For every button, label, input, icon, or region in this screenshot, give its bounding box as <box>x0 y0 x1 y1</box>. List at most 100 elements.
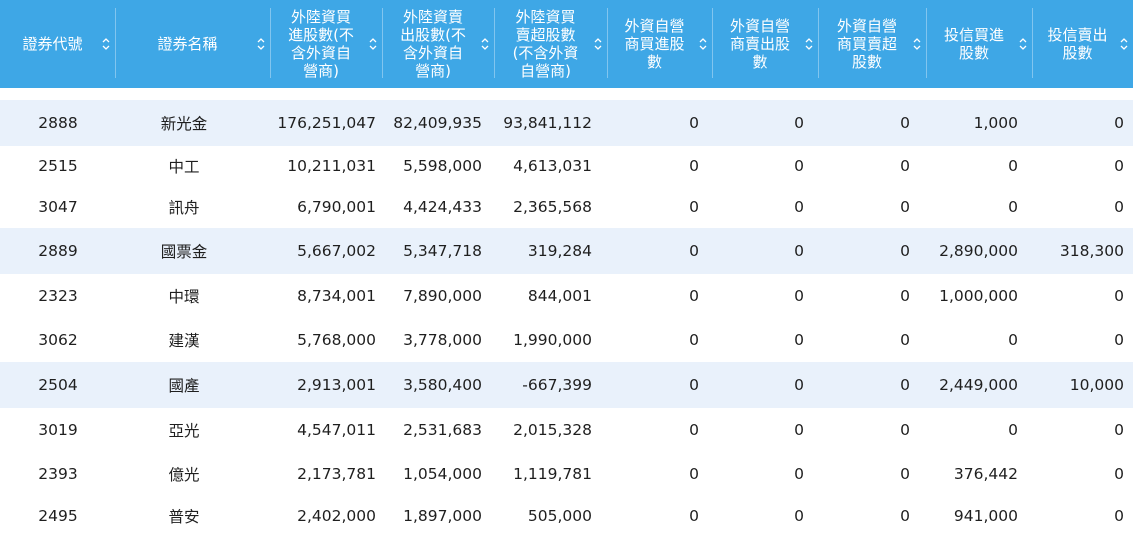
table-row[interactable]: 2393 億光 2,173,781 1,054,000 1,119,781 0 0 0 376,… <box>0 452 1133 496</box>
cell-name[interactable]: 新光金 <box>124 100 244 146</box>
cell-code[interactable]: 2515 <box>0 146 118 186</box>
sort-icon[interactable] <box>1120 36 1128 52</box>
cell-foreign-sell: 1,054,000 <box>403 465 482 483</box>
cell-code[interactable]: 3047 <box>0 186 118 228</box>
cell-code[interactable]: 3062 <box>0 318 118 362</box>
cell-code[interactable]: 2393 <box>0 452 118 496</box>
cell-foreign-buy: 2,402,000 <box>297 507 376 525</box>
cell-foreign-net: 4,613,031 <box>513 157 592 175</box>
cell-foreign-net: 505,000 <box>527 507 592 525</box>
cell-trust-sell: 0 <box>1114 331 1124 349</box>
cell-foreign-buy: 2,173,781 <box>297 465 376 483</box>
cell-dealer-buy: 0 <box>689 465 699 483</box>
cell-dealer-buy: 0 <box>689 421 699 439</box>
column-header-label: 外陸資買 進股數(不 含外資自 營商) <box>288 8 354 80</box>
column-header-label: 證券名稱 <box>157 35 218 53</box>
cell-trust-sell: 0 <box>1114 421 1124 439</box>
table-row[interactable]: 2889 國票金 5,667,002 5,347,718 319,284 0 0 0 2,890… <box>0 228 1133 274</box>
cell-dealer-buy: 0 <box>689 331 699 349</box>
column-header-label: 投信賣出 股數 <box>1047 26 1108 62</box>
cell-foreign-net: 844,001 <box>527 287 592 305</box>
table-row[interactable]: 2504 國產 2,913,001 3,580,400 -667,399 0 0 0 2,449… <box>0 362 1133 408</box>
cell-name[interactable]: 亞光 <box>124 408 244 452</box>
table-row[interactable]: 3047 訊舟 6,790,001 4,424,433 2,365,568 0 0 0 0 0 <box>0 186 1133 228</box>
cell-trust-buy: 0 <box>1008 198 1018 216</box>
column-header-trust-sell[interactable]: 投信賣出 股數 <box>1032 0 1133 88</box>
cell-name[interactable]: 中工 <box>124 146 244 186</box>
cell-trust-buy: 0 <box>1008 331 1018 349</box>
cell-dealer-net: 0 <box>900 198 910 216</box>
cell-name[interactable]: 建漢 <box>124 318 244 362</box>
cell-trust-buy: 376,442 <box>953 465 1018 483</box>
cell-name[interactable]: 普安 <box>124 496 244 536</box>
sort-icon[interactable] <box>102 36 110 52</box>
column-header-trust-buy[interactable]: 投信買進 股數 <box>926 0 1032 88</box>
cell-foreign-sell: 82,409,935 <box>393 114 482 132</box>
cell-code[interactable]: 2504 <box>0 362 118 408</box>
column-divider <box>494 8 495 78</box>
sort-icon[interactable] <box>369 36 377 52</box>
column-divider <box>115 8 116 78</box>
sort-icon[interactable] <box>481 36 489 52</box>
cell-dealer-net: 0 <box>900 421 910 439</box>
column-divider <box>607 8 608 78</box>
cell-trust-buy: 0 <box>1008 157 1018 175</box>
column-header-dealer-sell[interactable]: 外資自營 商賣出股 數 <box>712 0 818 88</box>
table-row[interactable]: 2495 普安 2,402,000 1,897,000 505,000 0 0 0 941,00… <box>0 496 1133 536</box>
column-divider <box>712 8 713 78</box>
sort-icon[interactable] <box>699 36 707 52</box>
cell-dealer-buy: 0 <box>689 376 699 394</box>
cell-dealer-buy: 0 <box>689 507 699 525</box>
column-divider <box>926 8 927 78</box>
cell-code[interactable]: 3019 <box>0 408 118 452</box>
table-row[interactable]: 2888 新光金 176,251,047 82,409,935 93,841,112 0 0… <box>0 100 1133 146</box>
cell-name[interactable]: 訊舟 <box>124 186 244 228</box>
sort-icon[interactable] <box>1019 36 1027 52</box>
cell-foreign-sell: 2,531,683 <box>403 421 482 439</box>
cell-code[interactable]: 2888 <box>0 100 118 146</box>
table-header: 證券代號 證券名稱 外陸資買 進股數(不 含外資自 營商) 外陸資賣 出股數(不 含外… <box>0 0 1133 88</box>
table-row[interactable]: 3062 建漢 5,768,000 3,778,000 1,990,000 0 0 0 0 0 <box>0 318 1133 362</box>
sort-icon[interactable] <box>257 36 265 52</box>
cell-trust-sell: 10,000 <box>1069 376 1124 394</box>
cell-trust-buy: 1,000 <box>973 114 1018 132</box>
column-header-dealer-buy[interactable]: 外資自營 商買進股 數 <box>607 0 712 88</box>
table-row[interactable]: 3019 亞光 4,547,011 2,531,683 2,015,328 0 0 0 0 0 <box>0 408 1133 452</box>
column-header-name[interactable]: 證券名稱 <box>115 0 270 88</box>
cell-foreign-sell: 4,424,433 <box>403 198 482 216</box>
sort-icon[interactable] <box>594 36 602 52</box>
column-header-foreign-net[interactable]: 外陸資買 賣超股數 (不含外資 自營商) <box>494 0 607 88</box>
cell-trust-buy: 2,890,000 <box>939 242 1018 260</box>
cell-trust-sell: 0 <box>1114 465 1124 483</box>
cell-name[interactable]: 國票金 <box>124 228 244 274</box>
column-header-code[interactable]: 證券代號 <box>0 0 115 88</box>
cell-code[interactable]: 2889 <box>0 228 118 274</box>
cell-foreign-net: -667,399 <box>522 376 592 394</box>
cell-foreign-buy: 176,251,047 <box>277 114 376 132</box>
securities-table: 證券代號 證券名稱 外陸資買 進股數(不 含外資自 營商) 外陸資賣 出股數(不 含外… <box>0 0 1133 536</box>
cell-code[interactable]: 2323 <box>0 274 118 318</box>
sort-icon[interactable] <box>913 36 921 52</box>
cell-dealer-net: 0 <box>900 114 910 132</box>
cell-name[interactable]: 國產 <box>124 362 244 408</box>
cell-foreign-sell: 7,890,000 <box>403 287 482 305</box>
column-header-dealer-net[interactable]: 外資自營 商買賣超 股數 <box>818 0 926 88</box>
column-header-foreign-buy[interactable]: 外陸資買 進股數(不 含外資自 營商) <box>270 0 382 88</box>
cell-name[interactable]: 中環 <box>124 274 244 318</box>
cell-foreign-net: 319,284 <box>527 242 592 260</box>
cell-dealer-buy: 0 <box>689 242 699 260</box>
cell-name[interactable]: 億光 <box>124 452 244 496</box>
column-header-foreign-sell[interactable]: 外陸資賣 出股數(不 含外資自 營商) <box>382 0 494 88</box>
column-header-label: 外陸資賣 出股數(不 含外資自 營商) <box>400 8 466 80</box>
column-divider <box>1032 8 1033 78</box>
header-gap <box>0 88 1133 100</box>
cell-dealer-net: 0 <box>900 157 910 175</box>
cell-dealer-net: 0 <box>900 287 910 305</box>
table-row[interactable]: 2323 中環 8,734,001 7,890,000 844,001 0 0 0 1,000,… <box>0 274 1133 318</box>
cell-code[interactable]: 2495 <box>0 496 118 536</box>
cell-trust-buy: 0 <box>1008 421 1018 439</box>
cell-dealer-net: 0 <box>900 507 910 525</box>
cell-trust-sell: 0 <box>1114 157 1124 175</box>
sort-icon[interactable] <box>805 36 813 52</box>
table-row[interactable]: 2515 中工 10,211,031 5,598,000 4,613,031 0 0 0 0 0 <box>0 146 1133 186</box>
